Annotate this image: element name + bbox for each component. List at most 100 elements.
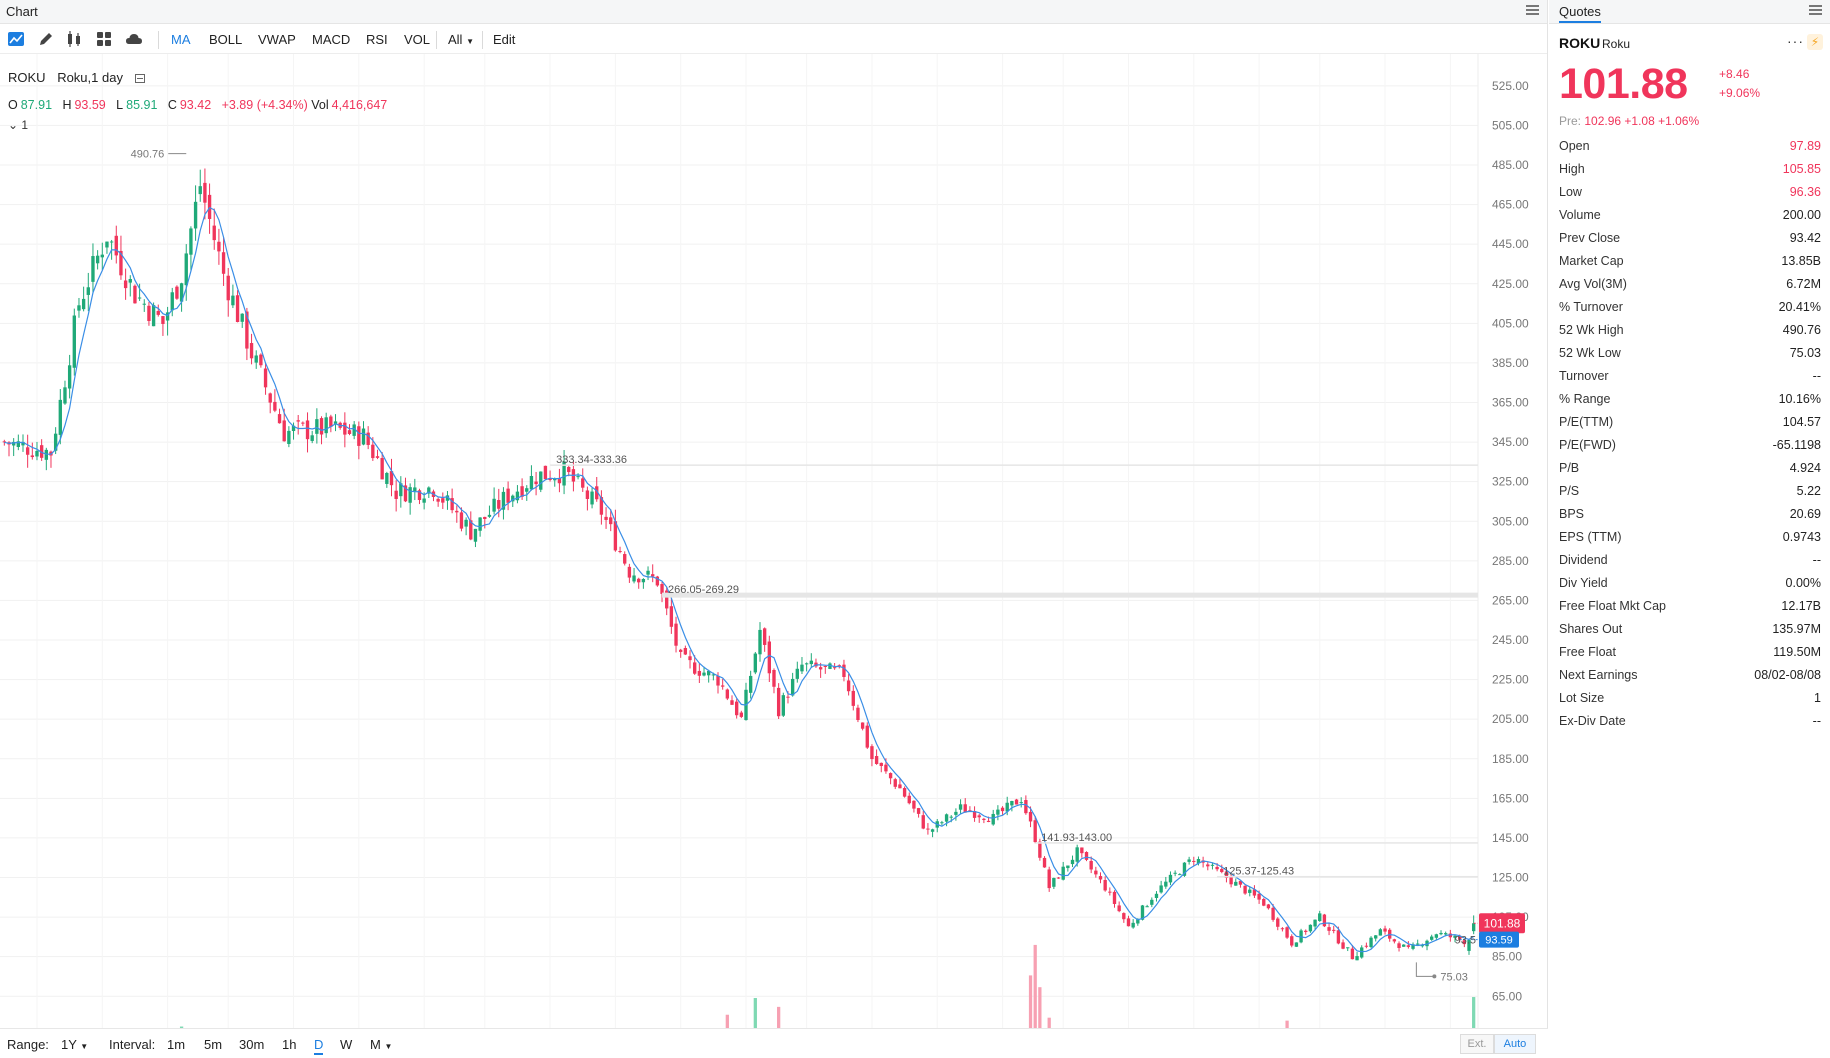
- price-chart[interactable]: 525.00 505.00 485.00 465.00 445.00 425.00 405.…: [0, 54, 1548, 1028]
- indicator-vol-button[interactable]: VOL: [404, 32, 430, 47]
- indicator-macd-button[interactable]: MACD: [312, 32, 350, 47]
- candle-body: [725, 689, 730, 699]
- candle-body: [231, 295, 235, 306]
- interval-5m[interactable]: 5m: [204, 1037, 222, 1052]
- candle-body: [954, 811, 958, 815]
- candle-body: [786, 696, 790, 698]
- candle-body: [123, 280, 128, 289]
- auto-scale-button[interactable]: Auto: [1494, 1034, 1536, 1054]
- candle-body: [856, 707, 860, 721]
- quote-symbol: ROKU: [1559, 35, 1601, 51]
- candle-body: [1434, 934, 1439, 938]
- candle-body: [301, 422, 305, 424]
- candle-body: [1276, 918, 1280, 927]
- candle-body: [1364, 945, 1369, 947]
- interval-d[interactable]: D: [314, 1037, 324, 1055]
- candle-body: [651, 574, 655, 577]
- range-label: Range:: [7, 1037, 49, 1052]
- pencil-icon[interactable]: [37, 30, 55, 48]
- indicator-vwap-button[interactable]: VWAP: [258, 32, 296, 47]
- candle-body: [1416, 943, 1420, 945]
- stat-value: 5.22: [1796, 484, 1821, 498]
- more-options-icon[interactable]: ···: [1787, 33, 1804, 49]
- stat-row: Ex-Div Date --: [1559, 711, 1821, 734]
- lightning-icon[interactable]: ⚡: [1807, 34, 1823, 50]
- chart-bottom-bar: Range: 1Y ▼ Interval: 1m 5m 30m 1h D W M…: [0, 1028, 1548, 1058]
- candle-body: [1192, 860, 1196, 862]
- volume-bar: [725, 1014, 729, 1028]
- layout-grid-icon[interactable]: [95, 30, 113, 48]
- legend-symbol: ROKU: [8, 70, 46, 85]
- quote-price: 101.88: [1559, 60, 1688, 108]
- candle-body: [986, 820, 991, 823]
- candle-body: [1145, 906, 1149, 908]
- candle-body: [1066, 865, 1070, 869]
- candle-body: [991, 813, 995, 825]
- tab-quotes[interactable]: Quotes: [1559, 4, 1601, 23]
- candle-body: [296, 420, 300, 422]
- indicator-ma-button[interactable]: MA: [171, 32, 191, 47]
- pre-market-quote: Pre: 102.96 +1.08 +1.06%: [1559, 114, 1699, 128]
- range-dropdown[interactable]: 1Y ▼: [61, 1037, 88, 1052]
- high-value: 93.59: [74, 98, 106, 112]
- indicator-rsi-button[interactable]: RSI: [366, 32, 388, 47]
- legend-collapse-toggle[interactable]: ⌄ 1: [8, 118, 28, 132]
- edit-indicators-button[interactable]: Edit: [493, 32, 515, 47]
- candles-icon[interactable]: [65, 30, 83, 48]
- chart-type-icon[interactable]: [7, 30, 25, 48]
- interval-m-dropdown[interactable]: M ▼: [370, 1037, 392, 1052]
- stat-label: Free Float Mkt Cap: [1559, 599, 1666, 613]
- stat-label: % Range: [1559, 392, 1611, 406]
- stat-label: Market Cap: [1559, 254, 1624, 268]
- stat-label: Div Yield: [1559, 576, 1608, 590]
- extended-hours-button[interactable]: Ext.: [1460, 1034, 1494, 1054]
- stat-value: 135.97M: [1772, 622, 1821, 636]
- candle-body: [1173, 872, 1177, 874]
- indicator-boll-button[interactable]: BOLL: [209, 32, 242, 47]
- candle-body: [851, 690, 855, 706]
- stat-value: 6.72M: [1786, 277, 1821, 291]
- candle-body: [688, 656, 692, 661]
- interval-w[interactable]: W: [340, 1037, 352, 1052]
- caret-down-icon: ▼: [80, 1042, 89, 1051]
- interval-1h[interactable]: 1h: [282, 1037, 296, 1052]
- volume-bar: [1472, 997, 1476, 1028]
- candle-body: [63, 387, 67, 404]
- quotes-pane-header: Quotes: [1549, 0, 1830, 24]
- candle-body: [259, 354, 263, 366]
- candle-body: [893, 779, 897, 787]
- interval-1m[interactable]: 1m: [167, 1037, 185, 1052]
- y-tick-label: 85.00: [1492, 950, 1522, 964]
- stat-label: Open: [1559, 139, 1590, 153]
- candle-body: [1075, 847, 1079, 862]
- candle-body: [277, 414, 282, 424]
- candle-body: [175, 286, 179, 299]
- candle-body: [1070, 859, 1075, 865]
- candle-body: [1084, 852, 1089, 860]
- chart-pane-menu-icon[interactable]: [1526, 5, 1539, 17]
- stat-row: P/B 4.924: [1559, 458, 1821, 481]
- quotes-pane-menu-icon[interactable]: [1809, 5, 1822, 17]
- all-indicators-dropdown[interactable]: All ▼: [448, 32, 474, 47]
- candle-body: [1154, 893, 1159, 899]
- stat-row: P/E(FWD) -65.1198: [1559, 435, 1821, 458]
- candle-body: [105, 241, 109, 248]
- stat-value: 490.76: [1782, 323, 1821, 337]
- candle-body: [1374, 935, 1378, 939]
- stat-label: P/E(FWD): [1559, 438, 1616, 452]
- legend-settings-icon[interactable]: [134, 74, 145, 84]
- candle-body: [1089, 860, 1093, 870]
- y-tick-label: 505.00: [1492, 118, 1529, 132]
- low-marker-line: [1415, 962, 1435, 977]
- candle-body: [235, 295, 240, 323]
- y-tick-label: 245.00: [1492, 633, 1529, 647]
- legend-description: Roku,1 day: [57, 70, 123, 85]
- volume-bar: [1028, 975, 1033, 1028]
- cloud-icon[interactable]: [125, 30, 143, 48]
- quote-change-pct: +9.06%: [1719, 86, 1761, 100]
- support-zone-label: 266.05-269.29: [668, 584, 739, 596]
- candle-body: [282, 420, 286, 442]
- interval-30m[interactable]: 30m: [239, 1037, 264, 1052]
- candle-body: [720, 685, 725, 687]
- candle-body: [1000, 807, 1005, 812]
